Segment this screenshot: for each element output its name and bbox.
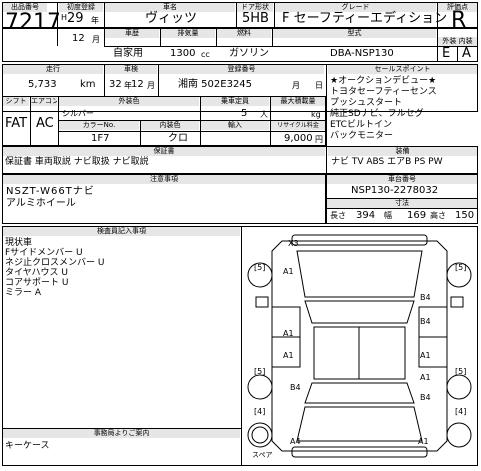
damage-mark: B4 [420, 393, 431, 402]
damage-mark: A1 [420, 351, 431, 360]
int-color-header: 内装色 [141, 121, 199, 130]
tire-mark: [5] [455, 263, 467, 272]
inspection-month: 12 [131, 79, 144, 90]
displacement-header: 排気量 [161, 29, 215, 38]
spare-tire-icon [251, 426, 269, 444]
inspector-line: タイヤハウス U [5, 268, 68, 278]
chassis-no: NSP130-2278032 [351, 185, 439, 196]
seats-unit: 人 [260, 110, 268, 119]
displacement: 1300 [170, 48, 196, 59]
damage-mark: A1 [420, 373, 431, 382]
year-unit: 年 [91, 16, 99, 25]
reg-no: 湘南 502E3245 [178, 79, 253, 90]
sales-point: プッシュスタート [330, 98, 403, 108]
year: 29 [67, 11, 84, 26]
damage-mark: B4 [420, 317, 431, 326]
model-name: ヴィッツ [145, 11, 198, 26]
purpose-header: 車歴 [105, 29, 159, 38]
inspection-header: 車検 [105, 65, 157, 74]
exterior-grade: E [442, 46, 451, 61]
int-color: クロ [168, 133, 188, 144]
damage-mark: B4 [420, 293, 431, 302]
reg-no-header: 登録番号 [159, 65, 324, 74]
inspection-month-unit: 月 [147, 81, 155, 90]
damage-mark: A4 [290, 437, 301, 446]
notes-line: NSZT-W66Tナビ [6, 186, 95, 197]
fuel: ガソリン [229, 48, 269, 59]
month: 12 [72, 33, 85, 44]
purpose: 自家用 [113, 48, 143, 59]
reg-day-unit: 日 [315, 81, 323, 90]
height-label: 高さ [430, 211, 446, 220]
notes-header: 注意事項 [3, 175, 325, 184]
color-no-header: カラーNo. [59, 121, 139, 130]
door-shape: 5HB [242, 11, 269, 26]
color-no: 1F7 [91, 133, 110, 144]
model-code: DBA-NSP130 [330, 48, 394, 59]
tire-mark: [5] [455, 367, 467, 376]
month-unit: 月 [92, 35, 100, 44]
sales-point: ETCビルトイン [330, 120, 392, 130]
length-label: 長さ [330, 211, 346, 220]
aircon: AC [36, 116, 54, 131]
tire-mark: [4] [254, 407, 266, 416]
dimensions-header: 寸法 [327, 199, 477, 208]
inspector-line: 現状車 [5, 238, 33, 248]
inspector-notes: 現状車 Fサイドメンバー U ネジ止クロスメンバー U タイヤハウス U コアサ… [5, 238, 104, 298]
equipment: ナビ TV ABS エアB PS PW [331, 157, 443, 167]
shift: FAT [5, 116, 28, 131]
warranty-header: 保証書 [3, 147, 325, 156]
interior-grade: A [462, 46, 471, 61]
mileage-header: 走行 [3, 65, 103, 74]
tire-mark: [5] [254, 367, 266, 376]
ext-int-header: 外装 内装 [438, 37, 477, 46]
sales-points-header: セールスポイント [328, 65, 477, 74]
damage-mark: A1 [283, 329, 294, 338]
grade: F セーフティーエディション [282, 11, 448, 26]
mileage: 5,733 [28, 79, 57, 90]
fuel-header: 燃料 [217, 29, 271, 38]
max-load-unit: kg [311, 110, 321, 119]
ext-color: シルバー [62, 109, 94, 118]
notes-line: アルミホイール [6, 198, 76, 209]
inspector-line: Fサイドメンバー U [5, 248, 83, 258]
model-code-header: 型式 [273, 29, 436, 38]
sales-point: 純正SDナビ、フルセグ [330, 109, 424, 119]
sales-point: バックモニター [330, 131, 394, 141]
tire-mark: [4] [455, 407, 467, 416]
inspection-year: 32 [109, 79, 122, 90]
inspector-line: ネジ止クロスメンバー U [5, 258, 105, 268]
import-header: 輸入 [201, 121, 269, 130]
reg-month-unit: 月 [292, 81, 300, 90]
car-diagram [247, 234, 472, 458]
damage-mark: X3 [288, 239, 299, 248]
length: 394 [356, 210, 376, 221]
mileage-unit: km [80, 79, 96, 90]
office-line: キーケース [5, 441, 50, 451]
damage-mark: A1 [418, 437, 429, 446]
damage-mark: A1 [283, 351, 294, 360]
width: 169 [407, 210, 427, 221]
recycle-header: リサイクル料金 [271, 121, 325, 130]
chassis-no-header: 車台番号 [327, 175, 477, 184]
sales-points-list: ★オークションデビュー★ トヨタセーフティーセンス プッシュスタート 純正SDナ… [330, 76, 476, 142]
inspector-line: ミラー A [5, 288, 42, 298]
height: 150 [455, 210, 475, 221]
sales-point: トヨタセーフティーセンス [330, 87, 437, 97]
inspector-header: 検査員記入事項 [3, 227, 240, 236]
sales-point: ★オークションデビュー★ [330, 76, 437, 86]
equipment-header: 装備 [328, 147, 477, 156]
office-header: 事務局よりご案内 [3, 429, 240, 438]
warranty: 保証書 車両取説 ナビ取扱 ナビ取説 [5, 157, 149, 167]
seats: 5 [241, 108, 248, 119]
damage-mark: A1 [283, 267, 294, 276]
spare-label: スペア [252, 451, 273, 459]
tire-mark: [5] [254, 263, 266, 272]
damage-mark: B4 [290, 383, 301, 392]
yen-unit: 円 [315, 135, 323, 144]
inspector-line: コアサポート U [5, 278, 69, 288]
recycle: 9,000 [284, 133, 313, 144]
width-label: 幅 [384, 211, 392, 220]
cc-unit: cc [201, 50, 210, 59]
